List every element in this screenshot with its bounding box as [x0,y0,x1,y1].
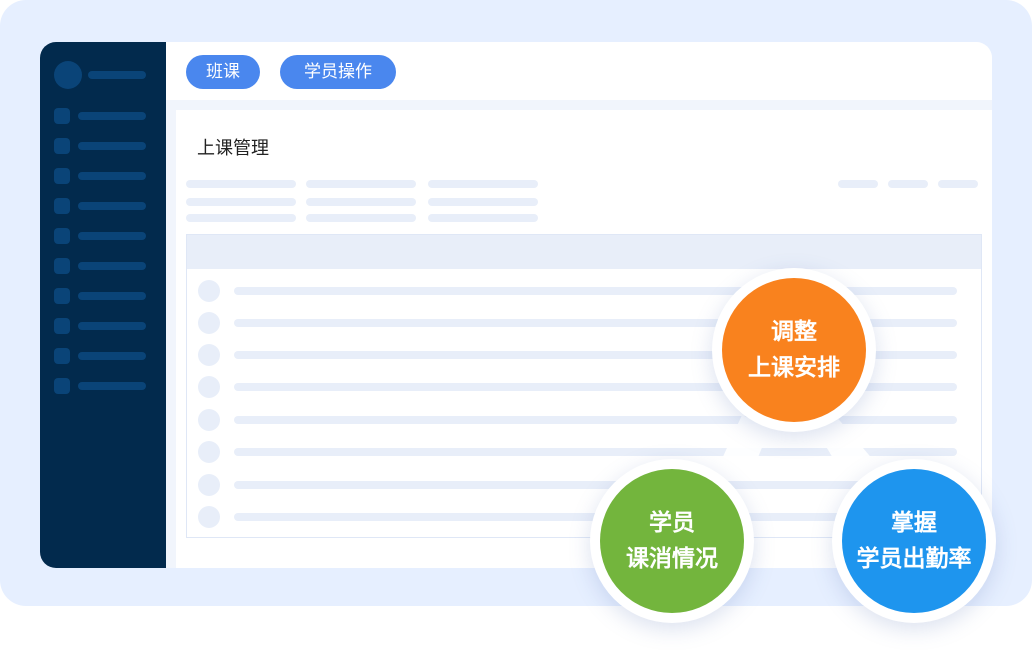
menu-item-icon [54,318,70,334]
feature-bubble-fill: 调整 上课安排 [722,278,866,422]
feature-line-2: 学员出勤率 [856,546,972,572]
filter-placeholder [428,198,538,206]
sidebar-item-9[interactable] [54,348,146,364]
sidebar-item-7[interactable] [54,288,146,304]
tab-class[interactable]: 班课 [186,55,260,89]
page-title: 上课管理 [197,138,269,159]
menu-item-icon [54,138,70,154]
sidebar-item-3[interactable] [54,168,146,184]
menu-item-icon [54,108,70,124]
filter-placeholder [306,214,416,222]
menu-item-icon [54,228,70,244]
action-placeholder[interactable] [938,180,978,188]
sidebar-item-label [78,202,146,210]
row-checkbox-icon[interactable] [198,312,220,334]
filter-placeholder [306,198,416,206]
sidebar-item-label [78,382,146,390]
feature-bubble-lesson-consumption: 学员 课消情况 [590,459,754,623]
row-checkbox-icon[interactable] [198,280,220,302]
row-checkbox-icon[interactable] [198,409,220,431]
sidebar-item-label [78,322,146,330]
table-header [187,235,981,269]
feature-bubble-fill: 学员 课消情况 [600,469,744,613]
menu-item-icon [54,348,70,364]
action-placeholder[interactable] [838,180,878,188]
feature-bubble-attendance-rate: 掌握 学员出勤率 [832,459,996,623]
sidebar-item-label [78,352,146,360]
row-checkbox-icon[interactable] [198,376,220,398]
feature-line-1: 调整 [771,319,817,345]
feature-line-2: 上课安排 [748,355,840,381]
sidebar-item-label [78,292,146,300]
table-row[interactable] [187,409,981,431]
table-row[interactable] [187,280,981,302]
filter-placeholder [428,180,538,188]
row-content-placeholder [234,416,957,424]
menu-item-icon [54,198,70,214]
app-name-placeholder [88,71,146,79]
filter-placeholder [186,198,296,206]
feature-line-1: 掌握 [891,510,937,536]
row-content-placeholder [234,448,957,456]
filter-placeholder [306,180,416,188]
sidebar-item-label [78,172,146,180]
filter-placeholder [186,214,296,222]
sidebar-item-label [78,232,146,240]
sidebar-item-label [78,142,146,150]
filter-placeholder [186,180,296,188]
sidebar-item-5[interactable] [54,228,146,244]
feature-bubble-adjust-schedule: 调整 上课安排 [712,268,876,432]
sidebar-item-1[interactable] [54,108,146,124]
sidebar-item-label [78,112,146,120]
row-checkbox-icon[interactable] [198,344,220,366]
tab-student-operations[interactable]: 学员操作 [280,55,396,89]
filter-placeholder [428,214,538,222]
feature-bubble-fill: 掌握 学员出勤率 [842,469,986,613]
menu-item-icon [54,168,70,184]
menu-item-icon [54,288,70,304]
menu-item-icon [54,378,70,394]
table-row[interactable] [187,441,981,463]
sidebar-item-label [78,262,146,270]
feature-line-2: 课消情况 [626,546,718,572]
tab-bar: 班课 学员操作 [166,42,992,100]
sidebar-item-8[interactable] [54,318,146,334]
sidebar-item-4[interactable] [54,198,146,214]
row-checkbox-icon[interactable] [198,441,220,463]
sidebar-item-10[interactable] [54,378,146,394]
action-placeholder[interactable] [888,180,928,188]
avatar[interactable] [54,61,82,89]
sidebar [40,42,166,568]
sidebar-item-2[interactable] [54,138,146,154]
row-checkbox-icon[interactable] [198,506,220,528]
row-content-placeholder [234,481,957,489]
row-checkbox-icon[interactable] [198,474,220,496]
feature-line-1: 学员 [649,510,695,536]
menu-item-icon [54,258,70,274]
sidebar-item-6[interactable] [54,258,146,274]
